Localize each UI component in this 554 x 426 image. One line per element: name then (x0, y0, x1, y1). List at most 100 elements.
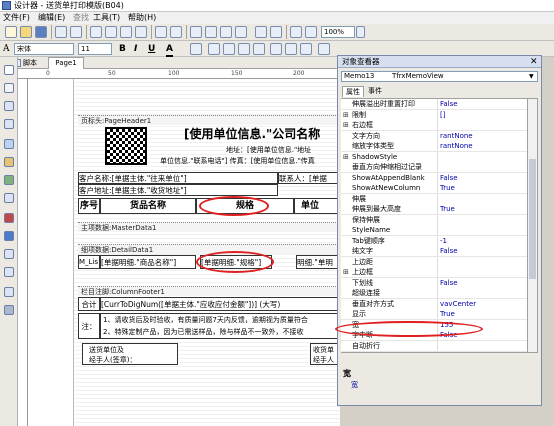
menu-search[interactable]: 查找 (73, 12, 89, 24)
property-value[interactable]: True (437, 309, 527, 319)
sender-sign-field[interactable]: 送货单位及 经手人(签章)： (82, 343, 178, 365)
font-size-select[interactable]: 11 (78, 43, 112, 55)
total-amount-field[interactable]: [CurrToDigNum([单据主体."应收应付金额"])] (大写) (100, 297, 340, 311)
expand-icon[interactable]: ⊞ (343, 267, 350, 277)
frame-icon[interactable] (318, 43, 330, 55)
property-row[interactable]: 显示 True (341, 309, 527, 320)
property-row[interactable]: 垂直方向伸缩相过记录 (341, 162, 527, 173)
align-center-icon[interactable] (223, 43, 235, 55)
detail-unit-field[interactable]: 明细."单明 (296, 255, 340, 269)
property-value[interactable] (437, 214, 527, 225)
expand-icon[interactable] (343, 162, 350, 172)
zoom-tool-icon[interactable] (4, 101, 14, 111)
ungroup-icon[interactable] (205, 26, 217, 38)
delete-page-icon[interactable] (270, 26, 282, 38)
menu-tools[interactable]: 工具(T) (93, 12, 120, 24)
property-row[interactable]: 伸展 (341, 193, 527, 205)
menu-help[interactable]: 帮助(H) (128, 12, 156, 24)
menu-edit[interactable]: 编辑(E) (38, 12, 65, 24)
new-icon[interactable] (5, 26, 17, 38)
expand-icon[interactable] (343, 257, 350, 267)
detail-product-field[interactable]: [单据明细."商品名称"] (100, 255, 196, 269)
property-value[interactable] (437, 151, 527, 162)
property-row[interactable]: 伸展到最大高度 True (341, 204, 527, 215)
save-icon[interactable] (35, 26, 47, 38)
expand-icon[interactable] (343, 215, 350, 225)
bold-button[interactable]: B (119, 43, 126, 55)
valign-bottom-icon[interactable] (300, 43, 312, 55)
richtext-tool-icon[interactable] (4, 305, 14, 315)
company-address[interactable]: 地址：[使用单位信息."地址 (226, 145, 340, 155)
highlight-icon[interactable] (190, 43, 202, 55)
property-row[interactable]: 下划线 False (341, 277, 527, 289)
align-justify-icon[interactable] (253, 43, 265, 55)
tab-properties[interactable]: 属性 (342, 86, 364, 97)
bring-front-icon[interactable] (220, 26, 232, 38)
menu-file[interactable]: 文件(F) (3, 12, 30, 24)
chevron-down-icon[interactable]: ▼ (529, 72, 534, 81)
expand-icon[interactable] (343, 194, 350, 204)
header-product[interactable]: 货品名称 (100, 198, 196, 214)
property-row[interactable]: 文字方向 rantNone (341, 130, 527, 142)
property-value[interactable]: False (437, 246, 527, 256)
scrollbar-thumb[interactable] (529, 159, 536, 279)
contact-field[interactable]: 联系人：[单据 (278, 172, 340, 184)
property-row[interactable]: ShowAtNewColumn True (341, 183, 527, 194)
property-value[interactable]: False (437, 99, 527, 109)
expand-icon[interactable] (343, 141, 350, 151)
memo-tool-icon[interactable] (4, 157, 14, 167)
property-scrollbar[interactable] (527, 98, 538, 353)
property-value[interactable]: False (437, 172, 527, 183)
expand-icon[interactable] (343, 99, 350, 109)
preview-icon[interactable] (70, 26, 82, 38)
property-value[interactable] (437, 288, 527, 298)
expand-icon[interactable] (343, 341, 350, 351)
checkbox-tool-icon[interactable] (4, 267, 14, 277)
property-value[interactable] (437, 267, 527, 277)
print-icon[interactable] (55, 26, 67, 38)
property-row[interactable]: 保持伸展 (341, 214, 527, 226)
property-value[interactable]: [] (437, 109, 527, 120)
expand-icon[interactable]: ⊞ (343, 110, 350, 120)
group-icon[interactable] (190, 26, 202, 38)
align-left-icon[interactable] (208, 43, 220, 55)
column-footer-band[interactable]: 栏目注脚:ColumnFooter1 (78, 286, 340, 296)
property-row[interactable]: 缩放字体类型 rantNone (341, 141, 527, 152)
company-title[interactable]: [使用单位信息."公司名称 (184, 126, 340, 142)
expand-icon[interactable] (343, 173, 350, 183)
expand-icon[interactable] (343, 225, 350, 235)
paste-icon[interactable] (120, 26, 132, 38)
hand-tool-icon[interactable] (4, 83, 14, 93)
receiver-sign-field[interactable]: 收货单 经手人 (310, 343, 340, 365)
open-icon[interactable] (20, 26, 32, 38)
property-row[interactable]: Tab键顺序 -1 (341, 235, 527, 247)
subreport-tool-icon[interactable] (4, 193, 14, 203)
undo-icon[interactable] (155, 26, 167, 38)
format-painter-icon[interactable] (135, 26, 147, 38)
property-value[interactable]: -1 (437, 235, 527, 246)
copy-icon[interactable] (105, 26, 117, 38)
property-row[interactable]: ShowAtAppendBlank False (341, 172, 527, 184)
property-value[interactable] (437, 340, 527, 351)
detail-list-field[interactable]: M_Lis (78, 255, 100, 269)
barcode-tool-icon[interactable] (4, 249, 14, 259)
line-tool-icon[interactable] (4, 287, 14, 297)
header-unit[interactable]: 单位 (294, 198, 340, 214)
send-back-icon[interactable] (235, 26, 247, 38)
property-value[interactable] (437, 193, 527, 204)
expand-icon[interactable]: ⊞ (343, 152, 350, 162)
page-header-band[interactable]: 页标头:PageHeader1 (78, 115, 340, 125)
property-row[interactable]: 自动折行 (341, 340, 527, 352)
expand-icon[interactable]: ⊞ (343, 120, 350, 130)
note-block[interactable]: 1、请收货后及时验收，有质量问题7天内反馈，逾期视为质量符合 2、特殊定制产品，… (100, 313, 340, 339)
property-value[interactable]: vavCenter (437, 298, 527, 309)
expand-icon[interactable] (343, 278, 350, 288)
property-row[interactable]: ⊞ 右边框 (341, 120, 527, 131)
property-row[interactable]: 纯文字 False (341, 246, 527, 257)
font-color-icon[interactable]: A (166, 43, 173, 57)
expand-icon[interactable] (343, 309, 350, 319)
property-row[interactable]: ⊞ ShadowStyle (341, 151, 527, 163)
shape-tool-icon[interactable] (4, 213, 14, 223)
property-row[interactable]: 上边距 (341, 256, 527, 268)
band-tool-icon[interactable] (4, 139, 14, 149)
